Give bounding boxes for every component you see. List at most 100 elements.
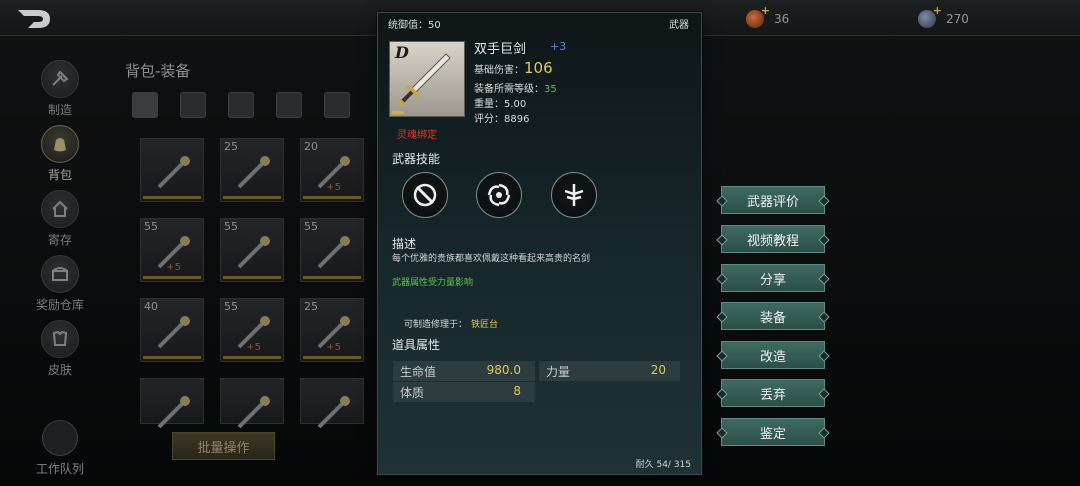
gem-icon: + [918, 4, 942, 28]
nav-label: 寄存 [47, 233, 72, 247]
bag-slot[interactable] [140, 378, 204, 429]
equip-button[interactable]: 装备 [721, 302, 825, 330]
slot-level: 25 [304, 300, 318, 313]
storage-icon [41, 190, 79, 228]
item-category: 武器 [669, 20, 689, 31]
potion-icon[interactable] [276, 92, 302, 118]
bag-slot[interactable]: 20 +5 [300, 138, 364, 202]
command-value: 统御值：50 [388, 20, 441, 31]
nav-label: 制造 [47, 103, 72, 117]
slot-enhance: +5 [326, 342, 341, 353]
durability-bar [223, 276, 281, 279]
slot-level: 55 [224, 220, 238, 233]
durability-bar [303, 196, 361, 199]
quality-bar [392, 111, 404, 114]
attr-constitution: 体质 8 [393, 382, 535, 402]
durability-bar [223, 196, 281, 199]
bag-slot[interactable]: 55 [300, 218, 364, 282]
durability-bar [223, 356, 281, 359]
copper-amount: 36 [774, 12, 790, 26]
description-title: 描述 [392, 237, 417, 251]
bag-slot[interactable]: 25 +5 [300, 298, 364, 362]
copper-currency[interactable]: + 36 [746, 4, 790, 28]
bag-title: 背包-装备 [125, 62, 191, 80]
slot-enhance: +5 [246, 342, 261, 353]
greatsword-icon [398, 53, 451, 106]
skill-vortex-icon[interactable] [476, 172, 522, 218]
bag-slot[interactable] [300, 378, 364, 429]
durability: 耐久 54/ 315 [635, 460, 691, 470]
strength-scaling-note: 武器属性受力量影响 [392, 278, 474, 288]
armor-icon [311, 391, 355, 435]
slot-level: 55 [144, 220, 158, 233]
work-queue-button[interactable]: 工作队列 [30, 420, 90, 477]
durability-bar [143, 356, 201, 359]
staff-icon [151, 151, 195, 195]
slot-level: 25 [224, 140, 238, 153]
item-description: 每个优雅的贵族都喜欢佩戴这种看起来高贵的名剑 [392, 254, 591, 264]
bag-tabs [132, 92, 350, 118]
nav-item-bag[interactable]: 背包 [30, 125, 90, 183]
pouch-icon[interactable] [180, 92, 206, 118]
item-name: 双手巨剑 [474, 42, 527, 57]
nav-item-reward-storage[interactable]: 奖励仓库 [30, 255, 90, 313]
copper-coin-icon: + [746, 4, 770, 28]
soulbound-label: 灵魂绑定 [397, 130, 437, 141]
slot-level: 40 [144, 300, 158, 313]
web-icon [151, 311, 195, 355]
ball-icon[interactable] [228, 92, 254, 118]
durability-bar [143, 196, 201, 199]
reward-chest-icon [41, 255, 79, 293]
bag-icon [41, 125, 79, 163]
work-queue-icon [42, 420, 78, 456]
building-icon[interactable] [324, 92, 350, 118]
slot-enhance: +5 [326, 182, 341, 193]
share-button[interactable]: 分享 [721, 264, 825, 292]
score-stat: 评分：8896 [474, 114, 530, 125]
nav-label: 皮肤 [47, 363, 72, 377]
batch-operation-button[interactable]: 批量操作 [172, 432, 275, 460]
item-icon: D [389, 41, 465, 117]
bag-slot[interactable] [140, 138, 204, 202]
armor-icon [151, 391, 195, 435]
nav-item-skin[interactable]: 皮肤 [30, 320, 90, 378]
nav-item-craft[interactable]: 制造 [30, 60, 90, 118]
grid-icon[interactable] [132, 92, 158, 118]
video-tutorial-button[interactable]: 视频教程 [721, 225, 825, 253]
attributes-title: 道具属性 [392, 338, 441, 352]
bag-slot[interactable] [220, 378, 284, 429]
gem-currency[interactable]: + 270 [918, 4, 969, 28]
attr-hp: 生命值 980.0 [393, 361, 535, 381]
attr-strength: 力量 20 [539, 361, 680, 381]
repair-location: 可制造修理于： 铁匠台 [404, 320, 499, 330]
armor-icon [41, 320, 79, 358]
required-level-stat: 装备所需等级：35 [474, 84, 557, 95]
bag-slot[interactable]: 40 [140, 298, 204, 362]
bag-slot[interactable]: 55 [220, 218, 284, 282]
slot-level: 55 [224, 300, 238, 313]
wand-icon [231, 231, 275, 275]
identify-button[interactable]: 鉴定 [721, 418, 825, 446]
bag-slot[interactable]: 55 +5 [140, 218, 204, 282]
slot-level: 55 [304, 220, 318, 233]
base-damage-stat: 基础伤害：106 [474, 59, 553, 77]
modify-button[interactable]: 改造 [721, 341, 825, 369]
nav-label: 奖励仓库 [35, 298, 84, 312]
slot-level: 20 [304, 140, 318, 153]
gem-amount: 270 [946, 12, 969, 26]
nav-item-storage[interactable]: 寄存 [30, 190, 90, 248]
weight-stat: 重量：5.00 [474, 99, 527, 110]
slot-enhance: +5 [166, 262, 181, 273]
staff-icon [311, 231, 355, 275]
item-detail-panel: 统御值：50 武器 D 灵魂绑定 双手巨剑 +3 基础伤害：106 装备所需等级… [377, 12, 702, 475]
work-queue-label: 工作队列 [35, 462, 84, 476]
skill-slash-icon[interactable] [402, 172, 448, 218]
bag-slot[interactable]: 55 +5 [220, 298, 284, 362]
skills-title: 武器技能 [392, 152, 441, 166]
bag-slot[interactable]: 25 [220, 138, 284, 202]
nav-label: 背包 [47, 168, 72, 182]
discard-button[interactable]: 丢弃 [721, 379, 825, 407]
skill-shield-icon[interactable] [551, 172, 597, 218]
back-icon[interactable] [14, 6, 54, 32]
weapon-review-button[interactable]: 武器评价 [721, 186, 825, 214]
